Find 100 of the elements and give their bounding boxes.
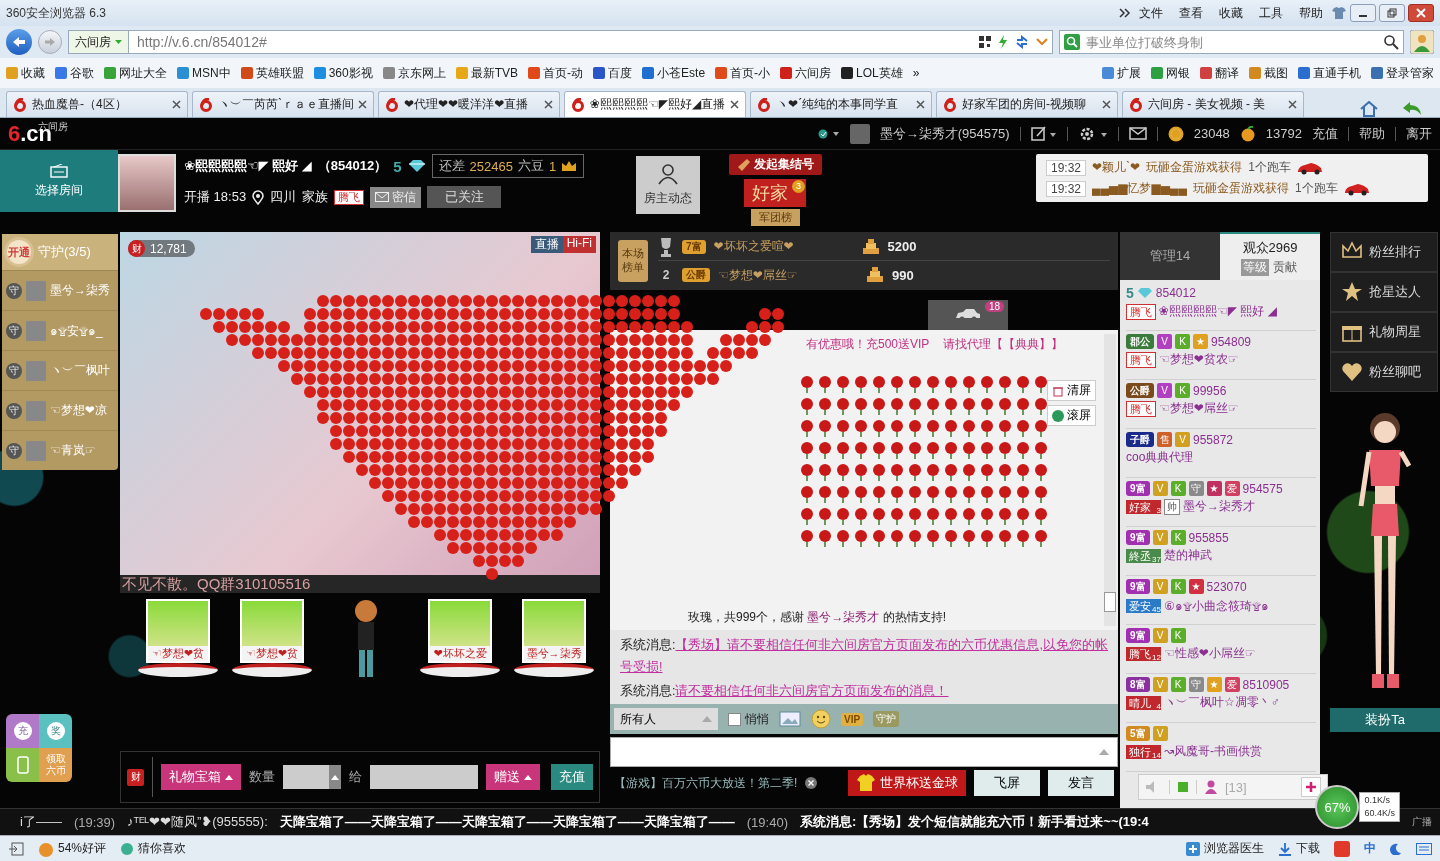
smiley-icon[interactable]	[811, 709, 831, 729]
exit-icon[interactable]	[8, 841, 24, 856]
game-announcement[interactable]: 【游戏】百万六币大放送！第二季!	[614, 774, 798, 792]
image-icon[interactable]	[779, 711, 801, 727]
user-id[interactable]: 8510905	[1242, 677, 1290, 692]
toolbar-item[interactable]: 扩展	[1102, 64, 1141, 82]
family-flag[interactable]: 好家 3	[744, 179, 806, 207]
open-guard-button[interactable]: 开通	[4, 237, 34, 267]
user-name[interactable]: ⑥๑۩小曲念筱琦۩๑	[1164, 596, 1269, 615]
qr-code-icon[interactable]	[978, 35, 992, 49]
add-button[interactable]	[1301, 777, 1321, 797]
dress-up-button[interactable]: 装扮Ta	[1330, 708, 1440, 732]
edit-icon[interactable]	[1030, 125, 1057, 142]
give-button[interactable]: 赠送	[486, 764, 540, 790]
user-id[interactable]: 854012	[1155, 286, 1196, 300]
notice-user[interactable]: ❤颖儿ˋ❤	[1092, 159, 1141, 176]
status-check-icon[interactable]	[817, 128, 840, 139]
close-button[interactable]	[1408, 4, 1434, 22]
browser-tab[interactable]: 好家军团的房间-视频聊	[936, 91, 1118, 117]
bookmark-item[interactable]: 六间房	[780, 64, 832, 82]
top-link[interactable]: 离开	[1406, 124, 1432, 143]
gift-box-button[interactable]: 礼物宝箱	[161, 764, 241, 790]
audience-tab[interactable]: 观众2969 等级 贡献	[1220, 232, 1320, 280]
legion-rank-tag[interactable]: 军团榜	[750, 209, 800, 226]
photo-placeholder[interactable]	[118, 154, 176, 212]
menu-item[interactable]: 工具	[1251, 4, 1291, 22]
bookmark-item[interactable]: 首页-小	[715, 64, 771, 82]
site-dropdown[interactable]: 六间房	[69, 31, 129, 53]
whisper-checkbox[interactable]	[728, 712, 741, 726]
recipient-dropdown[interactable]: 所有人	[614, 708, 718, 730]
bookmark-item[interactable]: 收藏	[6, 64, 45, 82]
guard-member[interactable]: 守 ☜梦想❤凉	[2, 390, 118, 430]
home-icon[interactable]	[1360, 101, 1378, 117]
toolbar-item[interactable]: 登录管家	[1371, 64, 1434, 82]
user-name[interactable]: 楚的神武	[1164, 547, 1212, 564]
url-text[interactable]: http://v.6.cn/854012#	[129, 34, 978, 50]
back-button[interactable]	[6, 29, 32, 55]
close-icon[interactable]	[805, 777, 818, 789]
side-menu-item[interactable]: 抢星达人	[1330, 272, 1438, 312]
forward-button[interactable]	[38, 30, 62, 54]
audience-tab[interactable]: 管理14	[1120, 232, 1220, 280]
more-bookmarks[interactable]: »	[912, 66, 920, 80]
top-link[interactable]: 充值	[1312, 124, 1338, 143]
fly-screen-button[interactable]: 飞屏	[974, 770, 1040, 796]
toolbar-item[interactable]: 网银	[1151, 64, 1190, 82]
world-cup-button[interactable]: 世界杯送金球	[848, 770, 966, 796]
message-input[interactable]	[610, 737, 1118, 767]
scrollbar[interactable]	[1104, 334, 1116, 626]
hifi-tag[interactable]: Hi-Fi	[562, 236, 596, 253]
fan-name[interactable]: ☜梦想❤屌丝☞	[718, 266, 858, 284]
phone-tile[interactable]	[6, 748, 39, 782]
guard-member[interactable]: 守 ヽ︶￣枫叶	[2, 350, 118, 390]
input-method-indicator[interactable]: 中	[1364, 840, 1376, 857]
menu-item[interactable]: 文件	[1131, 4, 1171, 22]
recipient-field[interactable]	[370, 765, 478, 789]
bookmark-item[interactable]: 谷歌	[55, 64, 94, 82]
user-name[interactable]: 墨兮→柒秀才	[1183, 498, 1255, 515]
user-id[interactable]: 523070	[1206, 579, 1247, 594]
bookmark-item[interactable]: 网址大全	[104, 64, 167, 82]
family-badge[interactable]: 腾飞	[334, 189, 365, 205]
browser-tab[interactable]: ❤代理❤❤暖洋洋❤直播	[378, 91, 560, 117]
bookmark-item[interactable]: 最新TVB	[455, 64, 519, 82]
user-name[interactable]: coo典典代理	[1126, 449, 1194, 466]
car-tab[interactable]: 18	[928, 300, 1008, 330]
bookmark-item[interactable]: 京东网上	[382, 64, 446, 82]
vip-button[interactable]: VIP	[841, 712, 864, 726]
lightning-icon[interactable]	[998, 35, 1008, 49]
fan-name[interactable]: ❤坏坏之爱喧❤	[713, 238, 854, 255]
bookmark-item[interactable]: 英雄联盟	[240, 64, 304, 82]
rating-item[interactable]: 54%好评	[38, 840, 107, 857]
prize-tile[interactable]: 奖	[39, 714, 72, 748]
browser-tab[interactable]: ❀熙熙熙熙☜◤熙好◢直播	[564, 91, 746, 117]
user-id[interactable]: 99956	[1193, 383, 1227, 398]
menu-item[interactable]: 查看	[1171, 4, 1211, 22]
bookmark-item[interactable]: MSN中	[177, 64, 231, 82]
clear-screen-button[interactable]: 清屏	[1047, 380, 1096, 401]
side-menu-item[interactable]: 粉丝聊吧	[1330, 352, 1438, 392]
select-room-button[interactable]: 选择房间	[0, 150, 118, 212]
bookmark-item[interactable]: 百度	[593, 64, 633, 82]
user-name[interactable]: ☜梦想❤屌丝☞	[1159, 400, 1239, 417]
user-id[interactable]: 955855	[1188, 530, 1229, 545]
browser-doctor-item[interactable]: 浏览器医生	[1186, 840, 1264, 857]
user-avatar[interactable]	[849, 123, 870, 144]
browser-tab[interactable]: 六间房 - 美女视频 - 美	[1122, 91, 1304, 117]
top-link[interactable]: 帮助	[1359, 124, 1385, 143]
toolbar-item[interactable]: 翻译	[1200, 64, 1239, 82]
broadcast-label[interactable]: 广播	[1412, 815, 1432, 829]
user-id[interactable]: 955872	[1193, 432, 1234, 447]
send-button[interactable]: 发言	[1048, 770, 1114, 796]
mail-icon[interactable]	[1128, 127, 1147, 140]
user-name[interactable]: ↝风魔哥-书画供赏	[1164, 743, 1263, 760]
minimize-button[interactable]	[1350, 4, 1376, 22]
recommend-item[interactable]: 猜你喜欢	[120, 840, 187, 857]
search-icon[interactable]	[1383, 34, 1399, 50]
refresh-icon[interactable]	[1014, 35, 1030, 49]
undo-arrow-icon[interactable]	[1402, 101, 1422, 117]
search-field[interactable]: 事业单位打破终身制	[1059, 30, 1404, 54]
user-icon[interactable]	[1410, 30, 1434, 54]
follow-button[interactable]: 已关注	[427, 186, 502, 208]
toolbar-item[interactable]: 截图	[1249, 64, 1288, 82]
